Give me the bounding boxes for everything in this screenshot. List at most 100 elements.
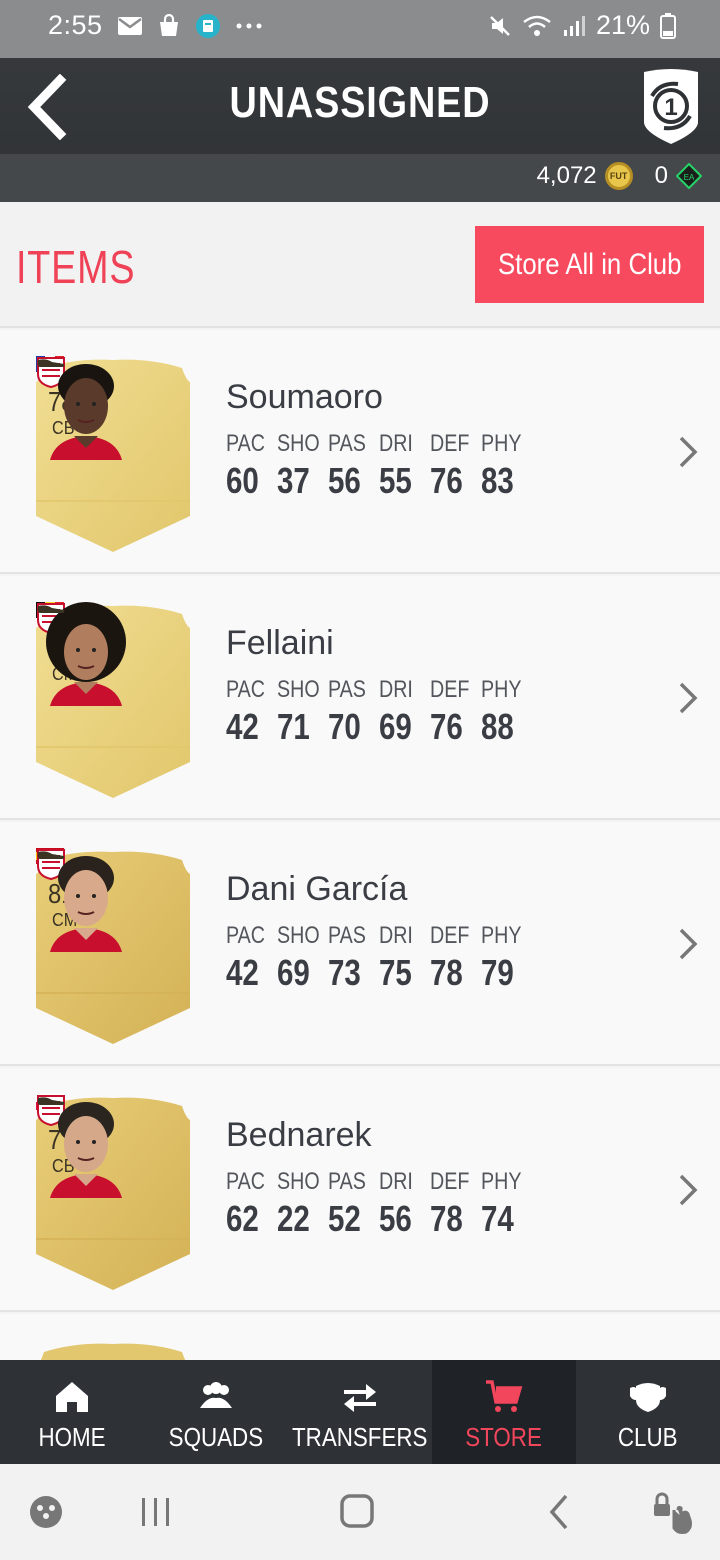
player-card[interactable]: 78 CB — [36, 356, 190, 552]
stat-value: 76 — [430, 706, 463, 747]
stat-value: 78 — [430, 1198, 463, 1239]
player-list-item[interactable]: 76CM Fellaini PAC 42 SHO 71 PAS 70 DRI 69 DEF 76 PHY… — [0, 576, 720, 820]
stat-value: 69 — [379, 706, 412, 747]
game-launcher-button[interactable] — [26, 1488, 74, 1536]
stat-label: PHY — [481, 922, 522, 949]
stat-label: PAS — [328, 676, 366, 703]
recent-apps-button[interactable] — [132, 1488, 180, 1536]
stat-column: PAC 60 — [226, 430, 277, 502]
nav-tab-home[interactable]: HOME — [0, 1360, 144, 1464]
player-list-item[interactable]: 77 CB Bednarek PAC 62 SHO 22 PAS 52 DRI 56 DEF 78 PHY… — [0, 1068, 720, 1312]
nav-tab-club[interactable]: CLUB — [576, 1360, 720, 1464]
home-button[interactable] — [334, 1488, 382, 1536]
coin-label: FUT — [609, 171, 628, 181]
player-stats: PAC 60 SHO 37 PAS 56 DRI 55 DEF 76 PHY 83 — [226, 430, 532, 502]
player-stats: PAC 42 SHO 69 PAS 73 DRI 75 DEF 78 PHY 79 — [226, 922, 532, 994]
svg-text:EA: EA — [684, 173, 695, 182]
nav-label: TRANSFERS — [292, 1422, 428, 1452]
stat-label: PAS — [328, 922, 366, 949]
stat-column: PAC 42 — [226, 676, 277, 748]
stat-label: SHO — [277, 922, 320, 949]
app-notification-icon — [195, 13, 220, 38]
stat-label: SHO — [277, 676, 320, 703]
player-portrait — [46, 602, 126, 706]
boot-icon — [37, 359, 65, 367]
stat-value: 55 — [379, 460, 412, 501]
fifa-points-icon: EA — [676, 163, 702, 189]
player-list-item-partial[interactable] — [0, 1314, 720, 1360]
nav-tab-transfers[interactable]: TRANSFERS — [288, 1360, 432, 1464]
player-card[interactable]: 77 CB — [36, 1094, 190, 1290]
player-portrait — [50, 1102, 122, 1198]
stat-column: DRI 69 — [379, 676, 430, 748]
status-bar: 2:55 21% — [0, 0, 720, 58]
stat-column: SHO 71 — [277, 676, 328, 748]
stat-value: 88 — [481, 706, 514, 747]
stat-column: PHY 79 — [481, 922, 532, 994]
stat-value: 79 — [481, 952, 514, 993]
stat-label: PHY — [481, 676, 522, 703]
signal-icon — [563, 15, 585, 36]
stat-value: 62 — [226, 1198, 259, 1239]
player-name: Fellaini — [226, 624, 334, 662]
nav-label: HOME — [38, 1422, 106, 1452]
cart-icon — [486, 1380, 523, 1412]
stat-value: 69 — [277, 952, 310, 993]
items-title: ITEMS — [16, 241, 136, 293]
stat-label: DEF — [430, 1168, 470, 1195]
stat-label: DRI — [379, 922, 413, 949]
player-portrait — [50, 364, 122, 460]
stat-label: PAC — [226, 1168, 266, 1195]
home-icon — [56, 1382, 88, 1412]
player-name: Bednarek — [226, 1116, 372, 1154]
unassigned-items-list[interactable]: 78 CB Soumaoro PAC 60 SHO 37 PAS 56 DRI 55 DEF 76 PHY… — [0, 330, 720, 1360]
back-nav-button[interactable] — [536, 1488, 584, 1536]
stat-label: DEF — [430, 430, 470, 457]
stat-column: PHY 74 — [481, 1168, 532, 1240]
stat-column: PAC 42 — [226, 922, 277, 994]
stat-column: PAS 70 — [328, 676, 379, 748]
stat-label: DRI — [379, 430, 413, 457]
boot-icon — [37, 851, 65, 859]
player-list-item[interactable]: 78 CB Soumaoro PAC 60 SHO 37 PAS 56 DRI 55 DEF 76 PHY… — [0, 330, 720, 574]
stat-value: 83 — [481, 460, 514, 501]
battery-icon — [660, 12, 676, 39]
stat-value: 42 — [226, 952, 259, 993]
player-list-item[interactable]: 81 CM Dani García PAC 42 SHO 69 PAS 73 DRI 75 DEF 78… — [0, 822, 720, 1066]
card-background — [40, 1343, 186, 1360]
player-card[interactable]: 81 CM — [36, 848, 190, 1044]
player-card[interactable]: 76CM — [36, 602, 190, 798]
chevron-right-icon — [679, 436, 698, 468]
stat-label: DEF — [430, 676, 470, 703]
boot-icon — [37, 605, 65, 613]
nav-tab-store[interactable]: STORE — [432, 1360, 576, 1464]
touch-lock-icon — [654, 1492, 692, 1534]
touch-lock-button[interactable] — [648, 1488, 696, 1536]
items-section-header: ITEMS Store All in Club — [0, 202, 720, 328]
recent-apps-icon — [142, 1498, 169, 1526]
mute-icon — [490, 15, 510, 36]
status-time: 2:55 — [48, 10, 103, 40]
nav-label: CLUB — [618, 1422, 678, 1452]
stat-value: 56 — [379, 1198, 412, 1239]
nav-label: STORE — [465, 1422, 543, 1452]
nav-tab-squads[interactable]: SQUADS — [144, 1360, 288, 1464]
stat-column: PHY 83 — [481, 430, 532, 502]
season-objectives-button[interactable]: 1 — [638, 66, 704, 146]
store-all-in-club-button[interactable]: Store All in Club — [475, 226, 704, 303]
back-chevron-icon — [549, 1494, 568, 1530]
more-dots-icon — [236, 23, 262, 28]
stat-column: PAC 62 — [226, 1168, 277, 1240]
stat-value: 75 — [379, 952, 412, 993]
game-launcher-icon — [30, 1496, 62, 1528]
stat-column: DRI 75 — [379, 922, 430, 994]
squads-icon — [200, 1382, 232, 1408]
stat-label: DEF — [430, 922, 470, 949]
wifi-icon — [523, 15, 551, 36]
player-stats: PAC 62 SHO 22 PAS 52 DRI 56 DEF 78 PHY 74 — [226, 1168, 532, 1240]
stat-value: 52 — [328, 1198, 361, 1239]
coin-balance: 4,072 — [536, 162, 597, 189]
stat-label: SHO — [277, 430, 320, 457]
svg-text:1: 1 — [664, 94, 677, 121]
stat-column: SHO 22 — [277, 1168, 328, 1240]
